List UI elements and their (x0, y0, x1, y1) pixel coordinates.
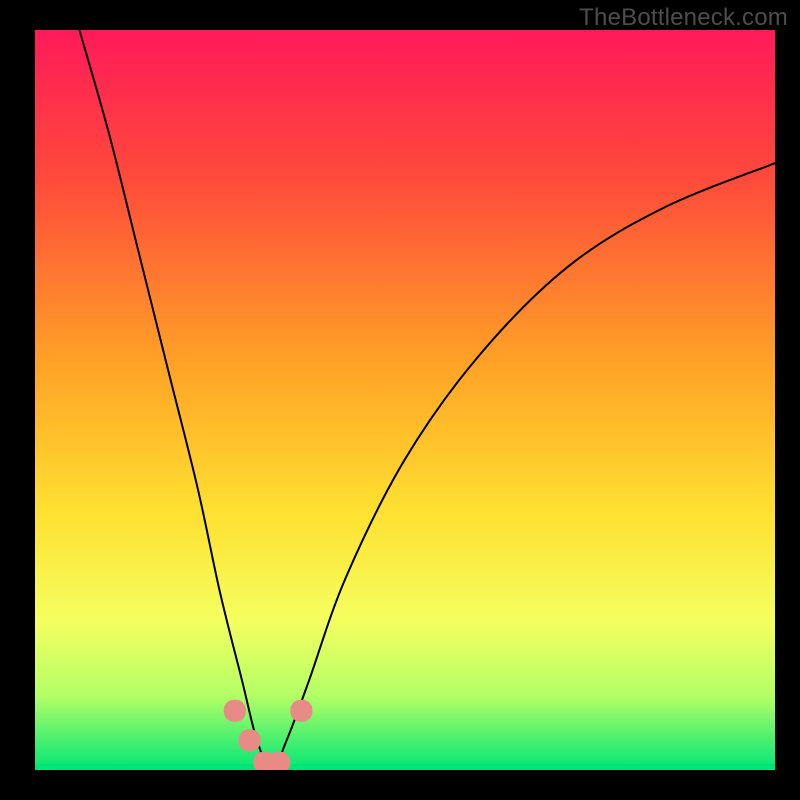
watermark-text: TheBottleneck.com (579, 4, 788, 32)
plot-background (35, 30, 775, 770)
chart-container: TheBottleneck.com (0, 0, 800, 800)
salmon-dot (290, 700, 312, 722)
salmon-dot (268, 752, 290, 774)
salmon-dot (224, 700, 246, 722)
salmon-dot (239, 729, 261, 751)
green-baseline (35, 764, 775, 770)
bottleneck-chart (0, 0, 800, 800)
